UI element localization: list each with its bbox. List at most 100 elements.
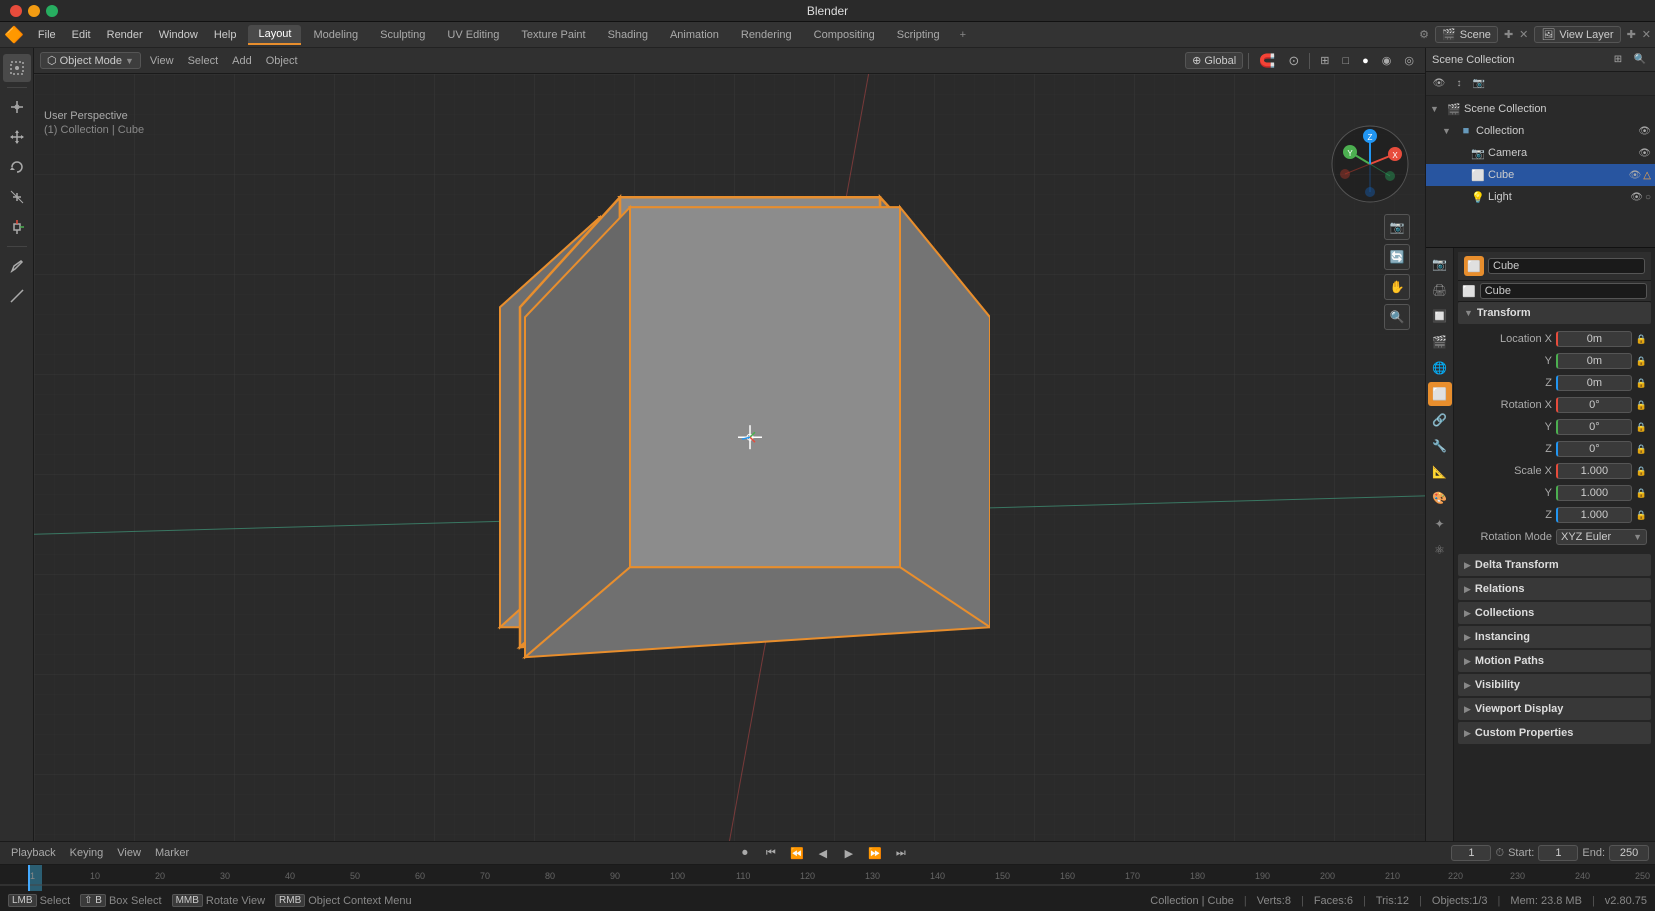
scale-y-lock[interactable]: 🔒: [1636, 488, 1647, 499]
viewport-view-menu[interactable]: View: [145, 54, 179, 68]
scale-z-field[interactable]: 1.000: [1556, 507, 1632, 523]
rotation-x-field[interactable]: 0°: [1556, 397, 1632, 413]
outliner-light[interactable]: 💡 Light 👁 ○: [1426, 186, 1655, 208]
zoom-btn[interactable]: 🔍: [1384, 304, 1410, 330]
location-z-field[interactable]: 0m: [1556, 375, 1632, 391]
workspace-modeling[interactable]: Modeling: [303, 26, 368, 44]
outliner-filter-btn[interactable]: ⊞: [1609, 51, 1627, 69]
prop-object-icon[interactable]: ⬜: [1428, 382, 1452, 406]
workspace-scripting[interactable]: Scripting: [887, 26, 950, 44]
viewport-add-menu[interactable]: Add: [227, 54, 257, 68]
transform-orientation-selector[interactable]: ⊕ Global: [1185, 52, 1243, 69]
pan-btn[interactable]: ✋: [1384, 274, 1410, 300]
workspace-uv-editing[interactable]: UV Editing: [437, 26, 509, 44]
location-x-lock[interactable]: 🔒: [1636, 334, 1647, 345]
end-frame[interactable]: 250: [1609, 845, 1649, 861]
cursor-tool[interactable]: [3, 93, 31, 121]
viewport-canvas[interactable]: User Perspective (1) Collection | Cube X…: [34, 74, 1425, 841]
prop-view-layer-icon[interactable]: 🔲: [1428, 304, 1452, 328]
next-frame-btn[interactable]: ⏩: [864, 842, 886, 864]
play-btn[interactable]: ▶: [838, 842, 860, 864]
add-workspace-button[interactable]: +: [952, 26, 974, 44]
outliner-restrict-col[interactable]: 👁: [1430, 75, 1448, 93]
prop-output-icon[interactable]: 🖨: [1428, 278, 1452, 302]
outliner-cube[interactable]: ⬜ Cube 👁 △: [1426, 164, 1655, 186]
workspace-layout[interactable]: Layout: [248, 25, 301, 45]
viewport-object-menu[interactable]: Object: [261, 54, 303, 68]
delta-transform-header[interactable]: ▶ Delta Transform: [1458, 554, 1651, 576]
menu-window[interactable]: Window: [151, 27, 206, 43]
menu-help[interactable]: Help: [206, 27, 245, 43]
playback-menu[interactable]: Playback: [6, 846, 61, 860]
shading-material[interactable]: ◉: [1377, 53, 1397, 68]
prop-data-icon[interactable]: 📐: [1428, 460, 1452, 484]
maximize-button[interactable]: [46, 5, 58, 17]
prev-frame-btn[interactable]: ⏪: [786, 842, 808, 864]
workspace-sculpting[interactable]: Sculpting: [370, 26, 435, 44]
select-tool[interactable]: [3, 54, 31, 82]
shading-solid[interactable]: ●: [1357, 54, 1374, 68]
prop-physics-icon[interactable]: ⚛: [1428, 538, 1452, 562]
cube-eye-btn[interactable]: 👁: [1629, 170, 1642, 181]
outliner-restrict-sel[interactable]: ↕: [1450, 75, 1468, 93]
close-button[interactable]: [10, 5, 22, 17]
object-name-input[interactable]: [1488, 258, 1645, 274]
prop-material-icon[interactable]: 🎨: [1428, 486, 1452, 510]
orbit-btn[interactable]: 🔄: [1384, 244, 1410, 270]
timeline-marker-menu[interactable]: Marker: [150, 846, 194, 860]
viewport-display-header[interactable]: ▶ Viewport Display: [1458, 698, 1651, 720]
workspace-shading[interactable]: Shading: [598, 26, 658, 44]
outliner-scene-collection[interactable]: ▼ 🎬 Scene Collection: [1426, 98, 1655, 120]
visibility-header[interactable]: ▶ Visibility: [1458, 674, 1651, 696]
play-reverse-btn[interactable]: ◀: [812, 842, 834, 864]
orientation-gizmo[interactable]: X Y Z: [1330, 124, 1410, 204]
rotate-tool[interactable]: [3, 153, 31, 181]
view-layer-del-icon[interactable]: ✕: [1642, 28, 1651, 41]
collections-header[interactable]: ▶ Collections: [1458, 602, 1651, 624]
prop-world-icon[interactable]: 🌐: [1428, 356, 1452, 380]
outliner-search-btn[interactable]: 🔍: [1631, 51, 1649, 69]
prop-modifier-icon[interactable]: 🔧: [1428, 434, 1452, 458]
light-eye-btn[interactable]: 👁: [1630, 192, 1643, 203]
start-frame[interactable]: 1: [1538, 845, 1578, 861]
outliner-restrict-ren[interactable]: 📷: [1470, 75, 1488, 93]
scale-z-lock[interactable]: 🔒: [1636, 510, 1647, 521]
prop-scene-icon[interactable]: 🎬: [1428, 330, 1452, 354]
location-x-field[interactable]: 0m: [1556, 331, 1632, 347]
rotation-z-lock[interactable]: 🔒: [1636, 444, 1647, 455]
transform-section-header[interactable]: ▼ Transform: [1458, 302, 1651, 324]
camera-eye-btn[interactable]: 👁: [1638, 148, 1651, 159]
rotation-y-field[interactable]: 0°: [1556, 419, 1632, 435]
snap-btn[interactable]: 🧲: [1254, 52, 1280, 70]
measure-tool[interactable]: [3, 282, 31, 310]
viewport-mode-selector[interactable]: ⬡ Object Mode ▼: [40, 52, 141, 69]
outliner-camera[interactable]: 📷 Camera 👁: [1426, 142, 1655, 164]
prop-constraint-icon[interactable]: 🔗: [1428, 408, 1452, 432]
timeline-cursor[interactable]: [28, 865, 30, 891]
scale-y-field[interactable]: 1.000: [1556, 485, 1632, 501]
minimize-button[interactable]: [28, 5, 40, 17]
viewport-select-menu[interactable]: Select: [183, 54, 224, 68]
camera-view-btn[interactable]: 📷: [1384, 214, 1410, 240]
outliner-collection[interactable]: ▼ ■ Collection 👁: [1426, 120, 1655, 142]
keying-menu[interactable]: Keying: [65, 846, 109, 860]
rotation-x-lock[interactable]: 🔒: [1636, 400, 1647, 411]
shading-wire[interactable]: □: [1337, 54, 1354, 68]
rotation-y-lock[interactable]: 🔒: [1636, 422, 1647, 433]
move-tool[interactable]: [3, 123, 31, 151]
menu-render[interactable]: Render: [99, 27, 151, 43]
location-z-lock[interactable]: 🔒: [1636, 378, 1647, 389]
workspace-texture-paint[interactable]: Texture Paint: [511, 26, 595, 44]
view-layer-selector[interactable]: 🖼 View Layer: [1534, 26, 1620, 43]
proportional-btn[interactable]: ⊙: [1283, 52, 1304, 70]
scale-tool[interactable]: [3, 183, 31, 211]
custom-properties-header[interactable]: ▶ Custom Properties: [1458, 722, 1651, 744]
viewport-3d[interactable]: ⬡ Object Mode ▼ View Select Add Object ⊕…: [34, 48, 1425, 841]
prop-particle-icon[interactable]: ✦: [1428, 512, 1452, 536]
relations-header[interactable]: ▶ Relations: [1458, 578, 1651, 600]
annotate-tool[interactable]: [3, 252, 31, 280]
motion-paths-header[interactable]: ▶ Motion Paths: [1458, 650, 1651, 672]
scale-x-field[interactable]: 1.000: [1556, 463, 1632, 479]
shading-render[interactable]: ◎: [1399, 53, 1419, 68]
rotation-z-field[interactable]: 0°: [1556, 441, 1632, 457]
